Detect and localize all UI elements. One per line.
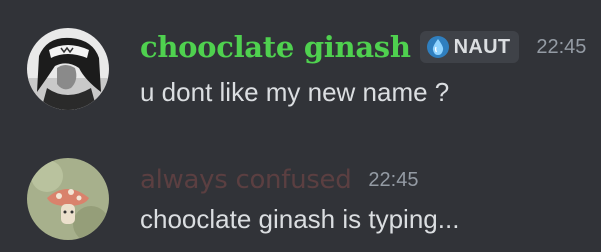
message-item: always confused 22:45 chooclate ginash i… [0, 130, 601, 252]
message-header: chooclate ginash NAUT 22:45 [140, 29, 586, 65]
message-content: chooclate ginash is typing... [140, 204, 460, 234]
message-item: chooclate ginash NAUT 22:45 u dont like … [0, 0, 601, 130]
message-header: always confused 22:45 [140, 162, 418, 198]
username[interactable]: always confused [140, 162, 352, 198]
username[interactable]: chooclate ginash [140, 29, 411, 65]
avatar[interactable] [27, 28, 109, 110]
avatar-image [27, 158, 109, 240]
message-content: u dont like my new name ? [140, 77, 450, 107]
timestamp[interactable]: 22:45 [536, 36, 586, 59]
avatar-image [27, 28, 109, 110]
server-tag-label: NAUT [453, 35, 511, 58]
avatar[interactable] [27, 158, 109, 240]
server-tag[interactable]: NAUT [419, 31, 520, 63]
water-drop-icon [426, 35, 450, 59]
timestamp[interactable]: 22:45 [368, 169, 418, 192]
